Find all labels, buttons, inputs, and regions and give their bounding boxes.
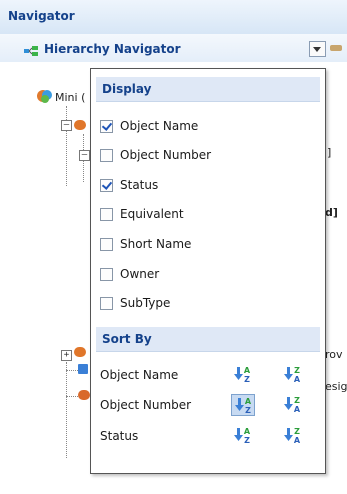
node-icon: [74, 120, 86, 130]
node-icon: [74, 347, 86, 357]
expand-toggle[interactable]: +: [61, 350, 72, 361]
sort-row-object-name: Object Name AZ ZA: [100, 361, 320, 391]
checkbox[interactable]: [100, 268, 113, 281]
display-option-short-name[interactable]: Short Name: [100, 235, 310, 257]
svg-text:A: A: [244, 427, 251, 436]
option-label: Owner: [120, 267, 160, 281]
option-label: SubType: [120, 296, 171, 310]
tree-root-label[interactable]: Mini (: [55, 91, 85, 104]
sort-descending-icon[interactable]: ZA: [281, 364, 305, 386]
svg-text:Z: Z: [244, 436, 250, 444]
hierarchy-icon: [24, 46, 38, 56]
document-icon: [78, 364, 88, 374]
sort-row-object-number: Object Number AZ ZA: [100, 391, 320, 421]
display-option-object-number[interactable]: Object Number: [100, 146, 310, 168]
svg-text:A: A: [245, 397, 252, 406]
display-header-label: Display: [102, 82, 152, 96]
sort-descending-icon[interactable]: ZA: [281, 394, 305, 416]
option-label: Object Number: [120, 148, 212, 162]
tool-icon[interactable]: [330, 45, 342, 51]
display-options-menu: Display Object Name Object Number Status…: [90, 68, 326, 474]
svg-text:Z: Z: [245, 406, 251, 414]
checkbox[interactable]: [100, 208, 113, 221]
svg-text:Z: Z: [294, 366, 300, 375]
svg-text:A: A: [244, 366, 251, 375]
option-label: Status: [120, 178, 159, 192]
panel-header: Navigator: [0, 0, 347, 35]
navigator-title: Hierarchy Navigator: [44, 42, 181, 56]
chevron-down-icon[interactable]: [309, 41, 326, 57]
display-section-header: Display: [96, 77, 320, 102]
tree-text-fragment: esig: [325, 380, 347, 393]
expand-toggle[interactable]: –: [79, 150, 90, 161]
checkbox[interactable]: [100, 238, 113, 251]
svg-text:A: A: [294, 436, 301, 444]
checkbox[interactable]: [100, 120, 113, 133]
svg-text:A: A: [294, 375, 301, 383]
sort-ascending-icon[interactable]: AZ: [231, 364, 255, 386]
sort-ascending-icon[interactable]: AZ: [231, 425, 255, 447]
display-option-status[interactable]: Status: [100, 176, 310, 198]
svg-text:Z: Z: [294, 427, 300, 436]
checkbox[interactable]: [100, 179, 113, 192]
tree-text-fragment: ]: [327, 146, 332, 159]
sort-ascending-icon[interactable]: AZ: [231, 394, 255, 416]
sort-descending-icon[interactable]: ZA: [281, 425, 305, 447]
svg-text:A: A: [294, 405, 301, 413]
svg-text:Z: Z: [244, 375, 250, 383]
tree-text-fragment: d]: [325, 206, 338, 219]
expand-toggle[interactable]: –: [61, 120, 72, 131]
tree-text-fragment: rov: [325, 348, 343, 361]
svg-text:Z: Z: [294, 396, 300, 405]
display-option-subtype[interactable]: SubType: [100, 294, 310, 316]
model-icon: [37, 90, 52, 103]
sort-row-status: Status AZ ZA: [100, 422, 320, 452]
panel-title: Navigator: [8, 9, 75, 23]
checkbox[interactable]: [100, 297, 113, 310]
node-icon: [78, 390, 90, 400]
sort-header-label: Sort By: [102, 332, 152, 346]
sort-label: Object Name: [100, 368, 179, 382]
sort-label: Status: [100, 429, 139, 443]
option-label: Short Name: [120, 237, 192, 251]
display-option-object-name[interactable]: Object Name: [100, 117, 310, 139]
sort-section-header: Sort By: [96, 327, 320, 352]
display-option-owner[interactable]: Owner: [100, 265, 310, 287]
option-label: Equivalent: [120, 207, 184, 221]
checkbox[interactable]: [100, 149, 113, 162]
display-option-equivalent[interactable]: Equivalent: [100, 205, 310, 227]
option-label: Object Name: [120, 119, 199, 133]
sort-label: Object Number: [100, 398, 192, 412]
navigator-toolbar: Hierarchy Navigator: [0, 34, 347, 63]
